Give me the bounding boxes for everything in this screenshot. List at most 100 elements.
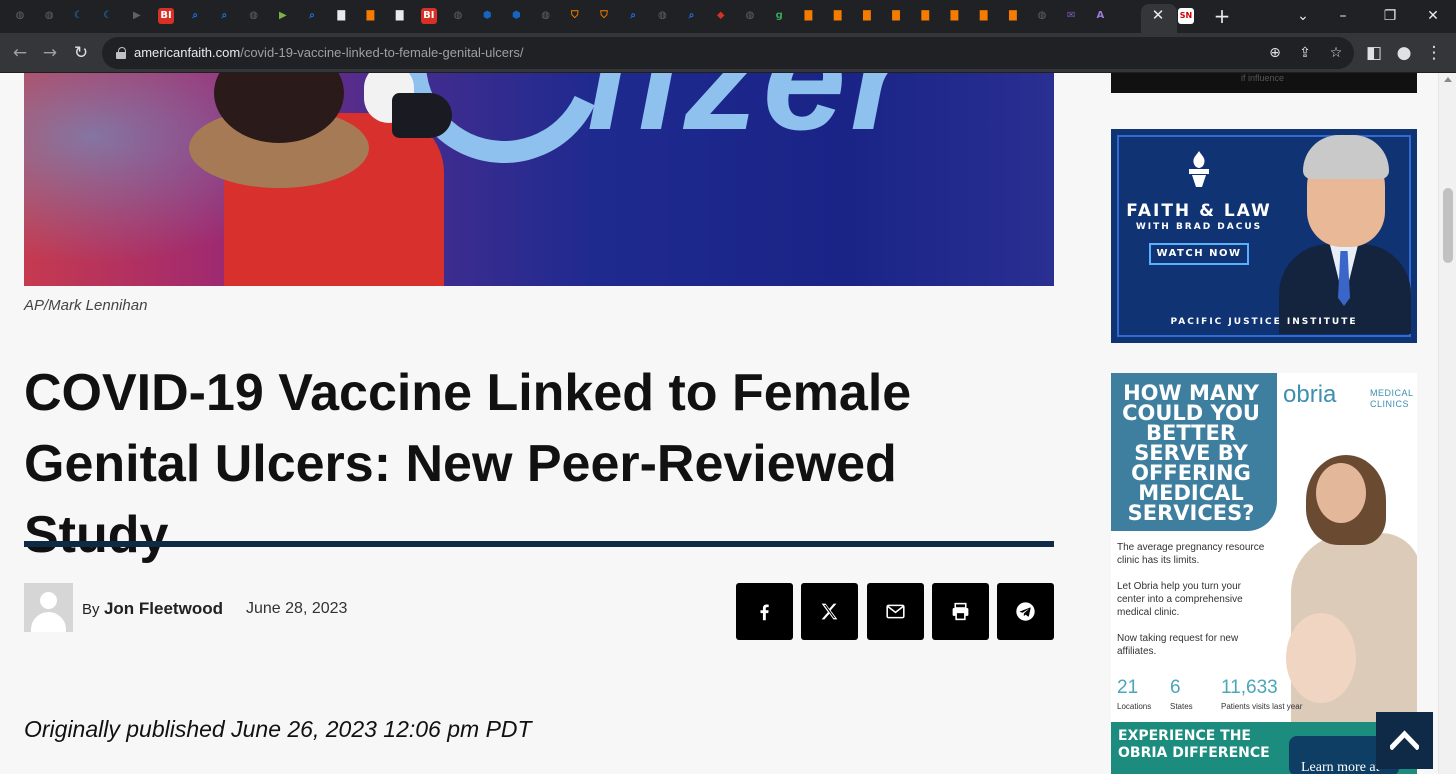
globe-icon[interactable]: ◍ bbox=[12, 8, 28, 24]
bookmark-icon[interactable]: ▇ bbox=[800, 8, 816, 24]
telegram-icon bbox=[1016, 602, 1035, 621]
ad-faith-footer: PACIFIC JUSTICE INSTITUTE bbox=[1170, 317, 1358, 327]
bookmark-star-icon[interactable]: ☆ bbox=[1326, 43, 1346, 63]
search-icon[interactable]: ⌕ bbox=[625, 8, 641, 24]
g-icon[interactable]: g bbox=[771, 8, 787, 24]
photo-credit: AP/Mark Lennihan bbox=[24, 297, 148, 314]
bookmark-icon[interactable]: ▇ bbox=[392, 8, 408, 24]
globe-icon[interactable]: ◍ bbox=[41, 8, 57, 24]
bookmark-icon[interactable]: ▇ bbox=[362, 8, 378, 24]
scroll-up-arrow-icon[interactable] bbox=[1444, 77, 1452, 82]
stat-value: 6 bbox=[1170, 677, 1181, 698]
c-icon[interactable]: ☾ bbox=[70, 8, 86, 24]
share-facebook-button[interactable] bbox=[736, 583, 793, 640]
share-email-button[interactable] bbox=[867, 583, 924, 640]
arrow-icon[interactable]: ▶ bbox=[129, 8, 145, 24]
author-link[interactable]: Jon Fleetwood bbox=[104, 599, 223, 618]
profile-icon[interactable]: ● bbox=[1392, 41, 1416, 65]
ad-obria[interactable]: HOW MANY COULD YOU BETTER SERVE BY OFFER… bbox=[1111, 373, 1417, 774]
restore-icon[interactable]: ❐ bbox=[1377, 5, 1403, 27]
back-to-top-button[interactable] bbox=[1376, 712, 1433, 769]
stat-value: 21 bbox=[1117, 677, 1139, 698]
share-print-button[interactable] bbox=[932, 583, 989, 640]
tab-search-chevron-icon[interactable]: ⌄ bbox=[1290, 5, 1316, 27]
pin-icon[interactable]: ⬥ bbox=[713, 8, 729, 24]
bookmark-icon[interactable]: ▇ bbox=[333, 8, 349, 24]
tab-close-icon[interactable]: ✕ bbox=[1149, 6, 1167, 24]
stat-label: Patients visits last year bbox=[1221, 702, 1303, 711]
play-icon[interactable]: ▶ bbox=[275, 8, 291, 24]
ad-obria-question: HOW MANY COULD YOU BETTER SERVE BY OFFER… bbox=[1122, 381, 1260, 525]
ad-faith-law[interactable]: FAITH & LAW WITH BRAD DACUS WATCH NOW PA… bbox=[1111, 129, 1417, 343]
ad-obria-photo bbox=[1286, 455, 1417, 733]
publish-date: June 28, 2023 bbox=[246, 600, 348, 617]
url-text[interactable]: americanfaith.com/covid-19-vaccine-linke… bbox=[134, 45, 523, 60]
bookmark-icon[interactable]: ▇ bbox=[946, 8, 962, 24]
zoom-icon[interactable]: ⊕ bbox=[1265, 43, 1285, 63]
bi-icon[interactable]: BI bbox=[420, 8, 437, 24]
ad-faith-subtitle: WITH BRAD DACUS bbox=[1135, 222, 1263, 232]
browser-toolbar: ← → ↻ americanfaith.com/covid-19-vaccine… bbox=[0, 33, 1456, 73]
globe-icon[interactable]: ◍ bbox=[1034, 8, 1050, 24]
page-content: fizer AP/Mark Lennihan COVID-19 Vaccine … bbox=[0, 73, 1456, 774]
globe-icon[interactable]: ◍ bbox=[246, 8, 262, 24]
reload-icon[interactable]: ↻ bbox=[69, 41, 93, 65]
stat-value: 11,633 bbox=[1221, 677, 1278, 698]
search-icon[interactable]: ⌕ bbox=[216, 8, 232, 24]
author-avatar[interactable] bbox=[24, 583, 73, 632]
ad-obria-bottom-band: EXPERIENCE THE OBRIA DIFFERENCE Learn mo… bbox=[1111, 722, 1417, 774]
ad-obria-question-box: HOW MANY COULD YOU BETTER SERVE BY OFFER… bbox=[1111, 373, 1277, 531]
minimize-icon[interactable]: – bbox=[1330, 5, 1356, 27]
search-icon[interactable]: ⌕ bbox=[684, 8, 700, 24]
search-icon[interactable]: ⌕ bbox=[187, 8, 203, 24]
back-arrow-icon[interactable]: ← bbox=[8, 41, 32, 65]
menu-kebab-icon[interactable]: ⋮ bbox=[1422, 41, 1446, 65]
hero-image: fizer bbox=[24, 73, 1054, 286]
x-icon bbox=[821, 603, 838, 620]
ad-faith-title: FAITH & LAW bbox=[1126, 201, 1272, 221]
ad-banner-top[interactable]: if influence bbox=[1111, 73, 1417, 93]
watch-now-button[interactable]: WATCH NOW bbox=[1149, 243, 1249, 265]
torch-icon bbox=[1189, 151, 1209, 187]
globe-icon[interactable]: ◍ bbox=[538, 8, 554, 24]
scrollbar-thumb[interactable] bbox=[1443, 188, 1453, 263]
bookmark-icon[interactable]: ▇ bbox=[976, 8, 992, 24]
a-icon[interactable]: A bbox=[1092, 8, 1108, 24]
address-bar[interactable]: americanfaith.com/covid-19-vaccine-linke… bbox=[102, 37, 1354, 69]
share-telegram-button[interactable] bbox=[997, 583, 1054, 640]
bookmark-icon[interactable]: ▇ bbox=[1005, 8, 1021, 24]
byline: By Jon Fleetwood bbox=[82, 599, 223, 619]
new-tab-button[interactable]: + bbox=[1210, 4, 1234, 28]
side-panel-icon[interactable]: ◧ bbox=[1362, 41, 1386, 65]
hex-icon[interactable]: ⬢ bbox=[508, 8, 524, 24]
share-page-icon[interactable]: ⇪ bbox=[1295, 43, 1315, 63]
ad-obria-experience: EXPERIENCE THE OBRIA DIFFERENCE bbox=[1118, 728, 1270, 761]
shield-icon[interactable]: ⛉ bbox=[567, 8, 583, 24]
bi-icon[interactable]: BI bbox=[158, 8, 174, 24]
mail-icon[interactable]: ✉ bbox=[1063, 8, 1079, 24]
forward-arrow-icon[interactable]: → bbox=[38, 41, 62, 65]
sn-favicon-icon[interactable]: SN bbox=[1178, 8, 1194, 24]
hex-icon[interactable]: ⬢ bbox=[479, 8, 495, 24]
close-window-icon[interactable]: ✕ bbox=[1420, 5, 1446, 27]
bookmark-icon[interactable]: ▇ bbox=[888, 8, 904, 24]
search-icon[interactable]: ⌕ bbox=[304, 8, 320, 24]
globe-icon[interactable]: ◍ bbox=[654, 8, 670, 24]
page-scrollbar[interactable] bbox=[1438, 73, 1456, 774]
globe-icon[interactable]: ◍ bbox=[450, 8, 466, 24]
chevron-up-icon bbox=[1390, 730, 1419, 750]
bookmark-icon[interactable]: ▇ bbox=[917, 8, 933, 24]
title-divider bbox=[24, 541, 1054, 547]
shield-icon[interactable]: ⛉ bbox=[596, 8, 612, 24]
share-x-button[interactable] bbox=[801, 583, 858, 640]
stat-label: States bbox=[1170, 702, 1193, 711]
ad-obria-body: The average pregnancy resource clinic ha… bbox=[1117, 542, 1265, 657]
lock-icon[interactable] bbox=[116, 47, 126, 59]
bookmark-icon[interactable]: ▇ bbox=[830, 8, 846, 24]
email-icon bbox=[886, 604, 905, 619]
bookmark-icon[interactable]: ▇ bbox=[859, 8, 875, 24]
c-icon[interactable]: ☾ bbox=[100, 8, 116, 24]
globe-icon[interactable]: ◍ bbox=[742, 8, 758, 24]
obria-logo-sub: MEDICAL CLINICS bbox=[1370, 388, 1414, 409]
hero-logo-text: fizer bbox=[584, 73, 913, 161]
